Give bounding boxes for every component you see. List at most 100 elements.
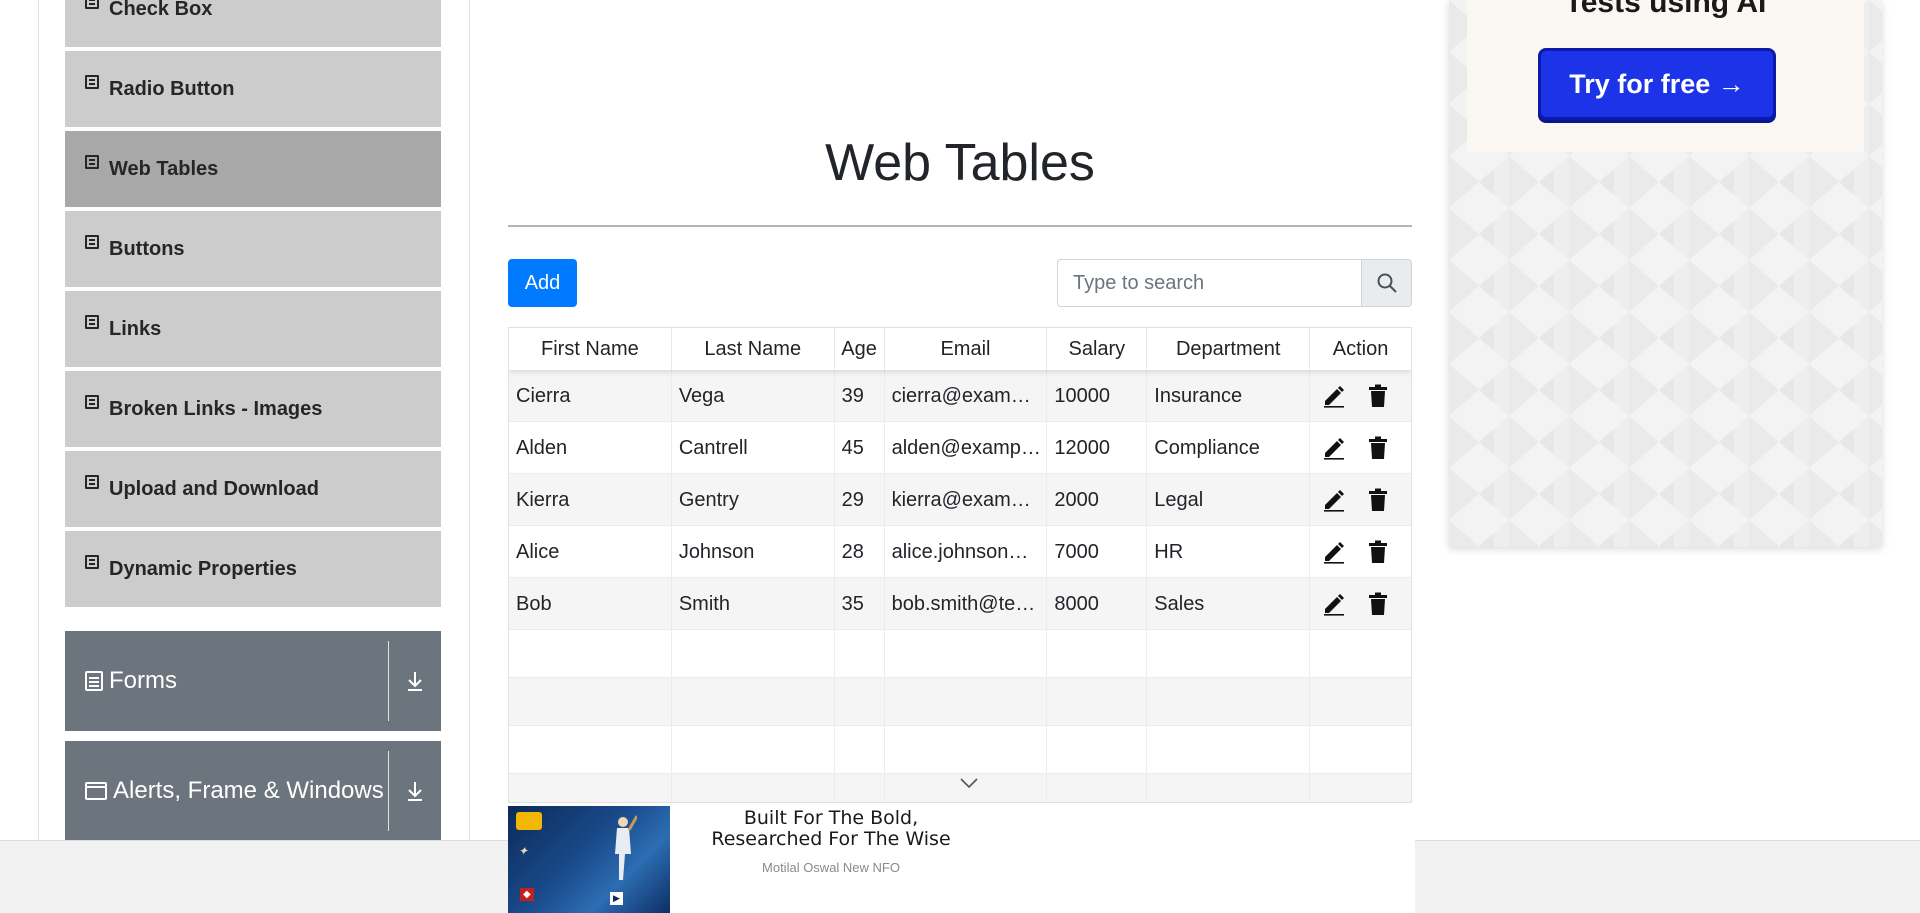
empty-cell <box>1047 726 1148 774</box>
cell-age: 45 <box>835 422 885 474</box>
table-row-empty <box>509 630 1411 678</box>
html5-icon <box>85 315 99 329</box>
cell-email: bob.smith@tes... <box>885 578 1048 630</box>
cell-last-name: Johnson <box>672 526 835 578</box>
window-icon <box>85 782 107 800</box>
sidebar-item-label: Broken Links - Images <box>109 397 323 420</box>
sidebar-item-links[interactable]: Links <box>65 291 441 369</box>
delete-icon[interactable] <box>1364 590 1392 618</box>
empty-cell <box>835 774 885 802</box>
bottom-ad-banner[interactable]: ✦ ◆ ▶ Built For The Bold, Researched For… <box>508 806 1415 913</box>
column-header-action[interactable]: Action <box>1310 328 1411 370</box>
group-header-alerts[interactable]: Alerts, Frame & Windows <box>65 741 441 841</box>
column-header-department[interactable]: Department <box>1147 328 1311 370</box>
empty-cell <box>672 630 835 678</box>
column-header-salary[interactable]: Salary <box>1047 328 1148 370</box>
web-table: First Name Last Name Age Email Salary De… <box>508 327 1412 803</box>
column-header-last-name[interactable]: Last Name <box>672 328 835 370</box>
html5-icon <box>85 155 99 169</box>
divider <box>388 751 389 831</box>
delete-icon[interactable] <box>1364 538 1392 566</box>
edit-icon[interactable] <box>1320 538 1348 566</box>
delete-icon[interactable] <box>1364 434 1392 462</box>
delete-icon[interactable] <box>1364 486 1392 514</box>
cell-first-name: Cierra <box>509 370 672 422</box>
cell-last-name: Smith <box>672 578 835 630</box>
group-header-label-wrap: Forms <box>85 667 388 695</box>
sidebar-item-buttons[interactable]: Buttons <box>65 211 441 289</box>
search-button[interactable] <box>1361 259 1412 307</box>
try-for-free-button[interactable]: Try for free → <box>1538 48 1776 120</box>
ad-image[interactable]: ✦ ◆ ▶ <box>508 806 670 913</box>
column-header-first-name[interactable]: First Name <box>509 328 672 370</box>
bottom-ad-headline-line1: Built For The Bold, <box>743 807 919 829</box>
empty-cell <box>509 678 672 726</box>
bottom-ad-headline-line2: Researched For The Wise <box>711 828 951 850</box>
cell-action <box>1310 422 1411 474</box>
cell-email-text: cierra@exampl... <box>891 384 1042 407</box>
empty-cell <box>1310 726 1411 774</box>
empty-cell <box>1147 774 1311 802</box>
empty-cell <box>1147 678 1311 726</box>
html5-icon <box>85 395 99 409</box>
edit-icon[interactable] <box>1320 434 1348 462</box>
html5-icon <box>85 475 99 489</box>
download-arrow-icon[interactable] <box>389 741 441 841</box>
sidebar-item-upload-download[interactable]: Upload and Download <box>65 451 441 529</box>
sidebar-item-label: Dynamic Properties <box>109 557 297 580</box>
table-row: Alice Johnson 28 alice.johnson@... 7000 … <box>509 526 1411 578</box>
cell-email: alice.johnson@... <box>885 526 1048 578</box>
cell-salary: 8000 <box>1047 578 1148 630</box>
sidebar-item-radio-button[interactable]: Radio Button <box>65 51 441 129</box>
sidebar-item-label: Links <box>109 317 162 340</box>
chevron-down-icon[interactable] <box>959 776 979 790</box>
table-header: First Name Last Name Age Email Salary De… <box>509 328 1411 370</box>
column-header-age[interactable]: Age <box>835 328 885 370</box>
cell-email: alden@exampl... <box>885 422 1048 474</box>
download-arrow-icon[interactable] <box>389 631 441 731</box>
cell-first-name: Alden <box>509 422 672 474</box>
empty-cell <box>672 726 835 774</box>
sidebar-item-web-tables[interactable]: Web Tables <box>65 131 441 209</box>
cell-first-name: Kierra <box>509 474 672 526</box>
delete-icon[interactable] <box>1364 382 1392 410</box>
edit-icon[interactable] <box>1320 486 1348 514</box>
invest-badge-icon: ▶ <box>610 892 623 905</box>
cell-action <box>1310 578 1411 630</box>
empty-cell <box>509 630 672 678</box>
edit-icon[interactable] <box>1320 382 1348 410</box>
cell-email-text: kierra@exampl... <box>891 488 1042 511</box>
group-header-label-wrap: Alerts, Frame & Windows <box>85 777 388 805</box>
bottom-ad-headline[interactable]: Built For The Bold, Researched For The W… <box>681 808 981 850</box>
group-header-forms[interactable]: Forms <box>65 631 441 731</box>
cell-age: 39 <box>835 370 885 422</box>
cell-email-text: bob.smith@tes... <box>891 592 1042 615</box>
divider <box>388 641 389 721</box>
page-title: Web Tables <box>825 134 1095 192</box>
sidebar-item-broken-links[interactable]: Broken Links - Images <box>65 371 441 449</box>
search-input[interactable] <box>1057 259 1361 307</box>
sidebar-item-check-box[interactable]: Check Box <box>65 0 441 49</box>
right-ad-banner[interactable]: Tests using AI Try for free → <box>1449 0 1882 547</box>
cell-department: Legal <box>1147 474 1311 526</box>
empty-cell <box>885 630 1048 678</box>
table-row-empty <box>509 678 1411 726</box>
html5-icon <box>85 235 99 249</box>
column-header-email[interactable]: Email <box>885 328 1048 370</box>
table-row: Kierra Gentry 29 kierra@exampl... 2000 L… <box>509 474 1411 526</box>
cell-last-name: Vega <box>672 370 835 422</box>
edit-icon[interactable] <box>1320 590 1348 618</box>
title-divider <box>508 225 1412 227</box>
cell-last-name: Gentry <box>672 474 835 526</box>
cell-email-text: alice.johnson@... <box>891 540 1042 563</box>
empty-cell <box>1147 726 1311 774</box>
ad-headline: Tests using AI <box>1564 0 1767 19</box>
nfo-badge-icon: ◆ <box>520 888 534 901</box>
left-panel: Check Box Radio Button Web Tables Button… <box>38 0 470 841</box>
sidebar-item-dynamic-properties[interactable]: Dynamic Properties <box>65 531 441 609</box>
empty-cell <box>509 726 672 774</box>
empty-cell <box>885 726 1048 774</box>
add-button[interactable]: Add <box>508 259 577 307</box>
empty-cell <box>672 774 835 802</box>
brand-logo-icon <box>516 812 542 830</box>
